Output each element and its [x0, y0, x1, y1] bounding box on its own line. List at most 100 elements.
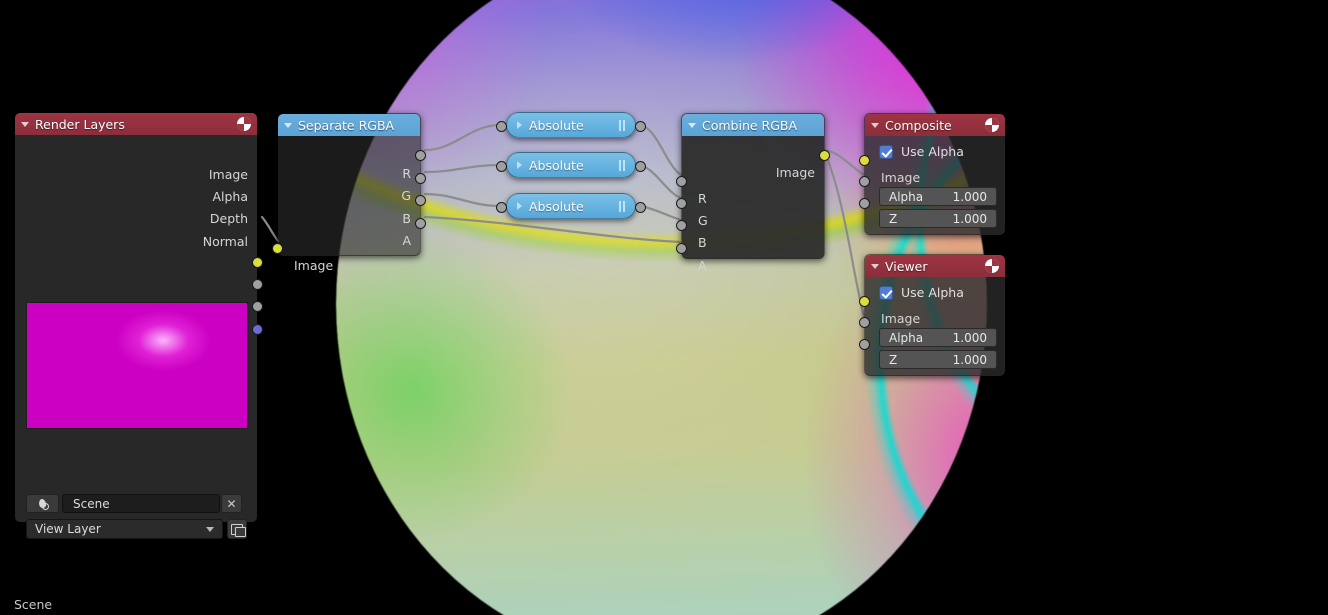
socket-in-image[interactable] — [859, 155, 870, 166]
node-render-layers[interactable]: Render Layers Image Alpha Depth Normal S… — [14, 112, 263, 539]
collapse-triangle-icon[interactable] — [871, 263, 879, 269]
scene-icon — [33, 495, 52, 512]
use-alpha-row[interactable]: Use Alpha — [879, 285, 964, 300]
socket-out-a[interactable] — [415, 218, 426, 229]
render-preview-image — [26, 302, 248, 429]
input-label-r: R — [698, 191, 707, 206]
use-alpha-label: Use Alpha — [901, 285, 964, 300]
socket-in-value[interactable] — [496, 121, 507, 132]
node-combine-rgba[interactable]: Combine RGBA Image R G B A — [676, 113, 830, 273]
composite-body: Use Alpha Image Alpha 1.000 Z 1.000 — [865, 136, 1005, 235]
socket-out-b[interactable] — [415, 195, 426, 206]
alpha-value: 1.000 — [952, 330, 987, 345]
input-label-image: Image — [881, 170, 921, 185]
render-layers-body: Image Alpha Depth Normal Scene ✕ View La… — [15, 135, 257, 539]
node-absolute-1[interactable]: Absolute — [496, 112, 646, 138]
input-label-image: Image — [881, 311, 921, 326]
z-label: Z — [889, 352, 898, 367]
separate-rgba-body: R G B A Image — [278, 136, 420, 273]
scene-browse-button[interactable] — [26, 494, 59, 513]
expand-triangle-icon[interactable] — [517, 121, 522, 129]
node-grip-icon[interactable] — [619, 119, 625, 131]
view-layer-new-button[interactable] — [227, 519, 247, 539]
socket-in-b[interactable] — [676, 220, 687, 231]
collapse-triangle-icon[interactable] — [871, 122, 879, 128]
use-alpha-checkbox[interactable] — [879, 285, 893, 300]
socket-in-alpha[interactable] — [859, 317, 870, 328]
socket-in-image[interactable] — [272, 243, 283, 254]
socket-out-normal[interactable] — [252, 324, 263, 335]
collapse-triangle-icon[interactable] — [688, 122, 696, 128]
socket-in-z[interactable] — [859, 339, 870, 350]
z-label: Z — [889, 211, 898, 226]
use-alpha-checkbox[interactable] — [879, 144, 893, 159]
z-value: 1.000 — [952, 352, 987, 367]
node-title: Absolute — [529, 198, 584, 214]
input-label-a: A — [698, 258, 707, 273]
viewer-body: Use Alpha Image Alpha 1.000 Z 1.000 — [865, 277, 1005, 376]
alpha-label: Alpha — [889, 330, 924, 345]
node-absolute-2[interactable]: Absolute — [496, 152, 646, 178]
z-value: 1.000 — [952, 211, 987, 226]
node-title: Viewer — [885, 258, 928, 274]
use-alpha-row[interactable]: Use Alpha — [879, 144, 964, 159]
viewer-header[interactable]: Viewer — [865, 255, 1005, 277]
combine-rgba-body: Image R G B A — [682, 136, 824, 273]
render-result-icon — [237, 117, 251, 131]
output-label-alpha: Alpha — [212, 189, 248, 204]
output-label-r: R — [402, 166, 411, 181]
collapse-triangle-icon[interactable] — [21, 121, 29, 127]
node-composite[interactable]: Composite Use Alpha Image Alpha 1.000 Z … — [859, 113, 1006, 235]
node-grip-icon[interactable] — [619, 200, 625, 212]
socket-out-depth[interactable] — [252, 301, 263, 312]
node-separate-rgba[interactable]: Separate RGBA R G B A Image — [272, 113, 426, 273]
render-result-icon — [985, 259, 999, 273]
scene-clear-button[interactable]: ✕ — [221, 494, 242, 513]
socket-in-value[interactable] — [496, 202, 507, 213]
socket-out-image[interactable] — [819, 150, 830, 161]
alpha-label: Alpha — [889, 189, 924, 204]
view-layer-dropdown[interactable]: View Layer — [26, 519, 223, 539]
socket-out-image[interactable] — [252, 257, 263, 268]
socket-out-value[interactable] — [635, 161, 646, 172]
node-title: Combine RGBA — [702, 117, 798, 133]
socket-out-g[interactable] — [415, 173, 426, 184]
socket-in-z[interactable] — [859, 198, 870, 209]
input-label-b: B — [698, 235, 707, 250]
socket-in-r[interactable] — [676, 176, 687, 187]
composite-header[interactable]: Composite — [865, 114, 1005, 136]
alpha-value-slider[interactable]: Alpha 1.000 — [879, 187, 997, 206]
node-grip-icon[interactable] — [619, 159, 625, 171]
input-label-image: Image — [294, 258, 334, 273]
output-label-image: Image — [775, 165, 815, 180]
alpha-value-slider[interactable]: Alpha 1.000 — [879, 328, 997, 347]
socket-in-image[interactable] — [859, 296, 870, 307]
render-layers-header[interactable]: Render Layers — [15, 113, 257, 135]
expand-triangle-icon[interactable] — [517, 202, 522, 210]
socket-out-value[interactable] — [635, 202, 646, 213]
node-editor-canvas[interactable]: Render Layers Image Alpha Depth Normal S… — [0, 0, 1328, 615]
socket-in-a[interactable] — [676, 243, 687, 254]
socket-out-value[interactable] — [635, 121, 646, 132]
output-label-image: Image — [208, 167, 248, 182]
node-absolute-3[interactable]: Absolute — [496, 193, 646, 219]
socket-in-alpha[interactable] — [859, 176, 870, 187]
scene-name-field[interactable]: Scene — [62, 494, 220, 513]
output-label-b: B — [402, 211, 411, 226]
socket-in-value[interactable] — [496, 161, 507, 172]
z-value-slider[interactable]: Z 1.000 — [879, 350, 997, 369]
z-value-slider[interactable]: Z 1.000 — [879, 209, 997, 228]
output-label-depth: Depth — [209, 211, 248, 226]
socket-out-r[interactable] — [415, 150, 426, 161]
render-result-icon — [985, 118, 999, 132]
socket-in-g[interactable] — [676, 198, 687, 209]
collapse-triangle-icon[interactable] — [284, 122, 292, 128]
node-title: Composite — [885, 117, 952, 133]
socket-out-alpha[interactable] — [252, 279, 263, 290]
node-viewer[interactable]: Viewer Use Alpha Image Alpha 1.000 Z 1.0… — [859, 254, 1006, 376]
view-layer-label: View Layer — [35, 522, 101, 536]
combine-rgba-header[interactable]: Combine RGBA — [682, 114, 824, 136]
node-title: Separate RGBA — [298, 117, 395, 133]
expand-triangle-icon[interactable] — [517, 161, 522, 169]
separate-rgba-header[interactable]: Separate RGBA — [278, 114, 420, 136]
